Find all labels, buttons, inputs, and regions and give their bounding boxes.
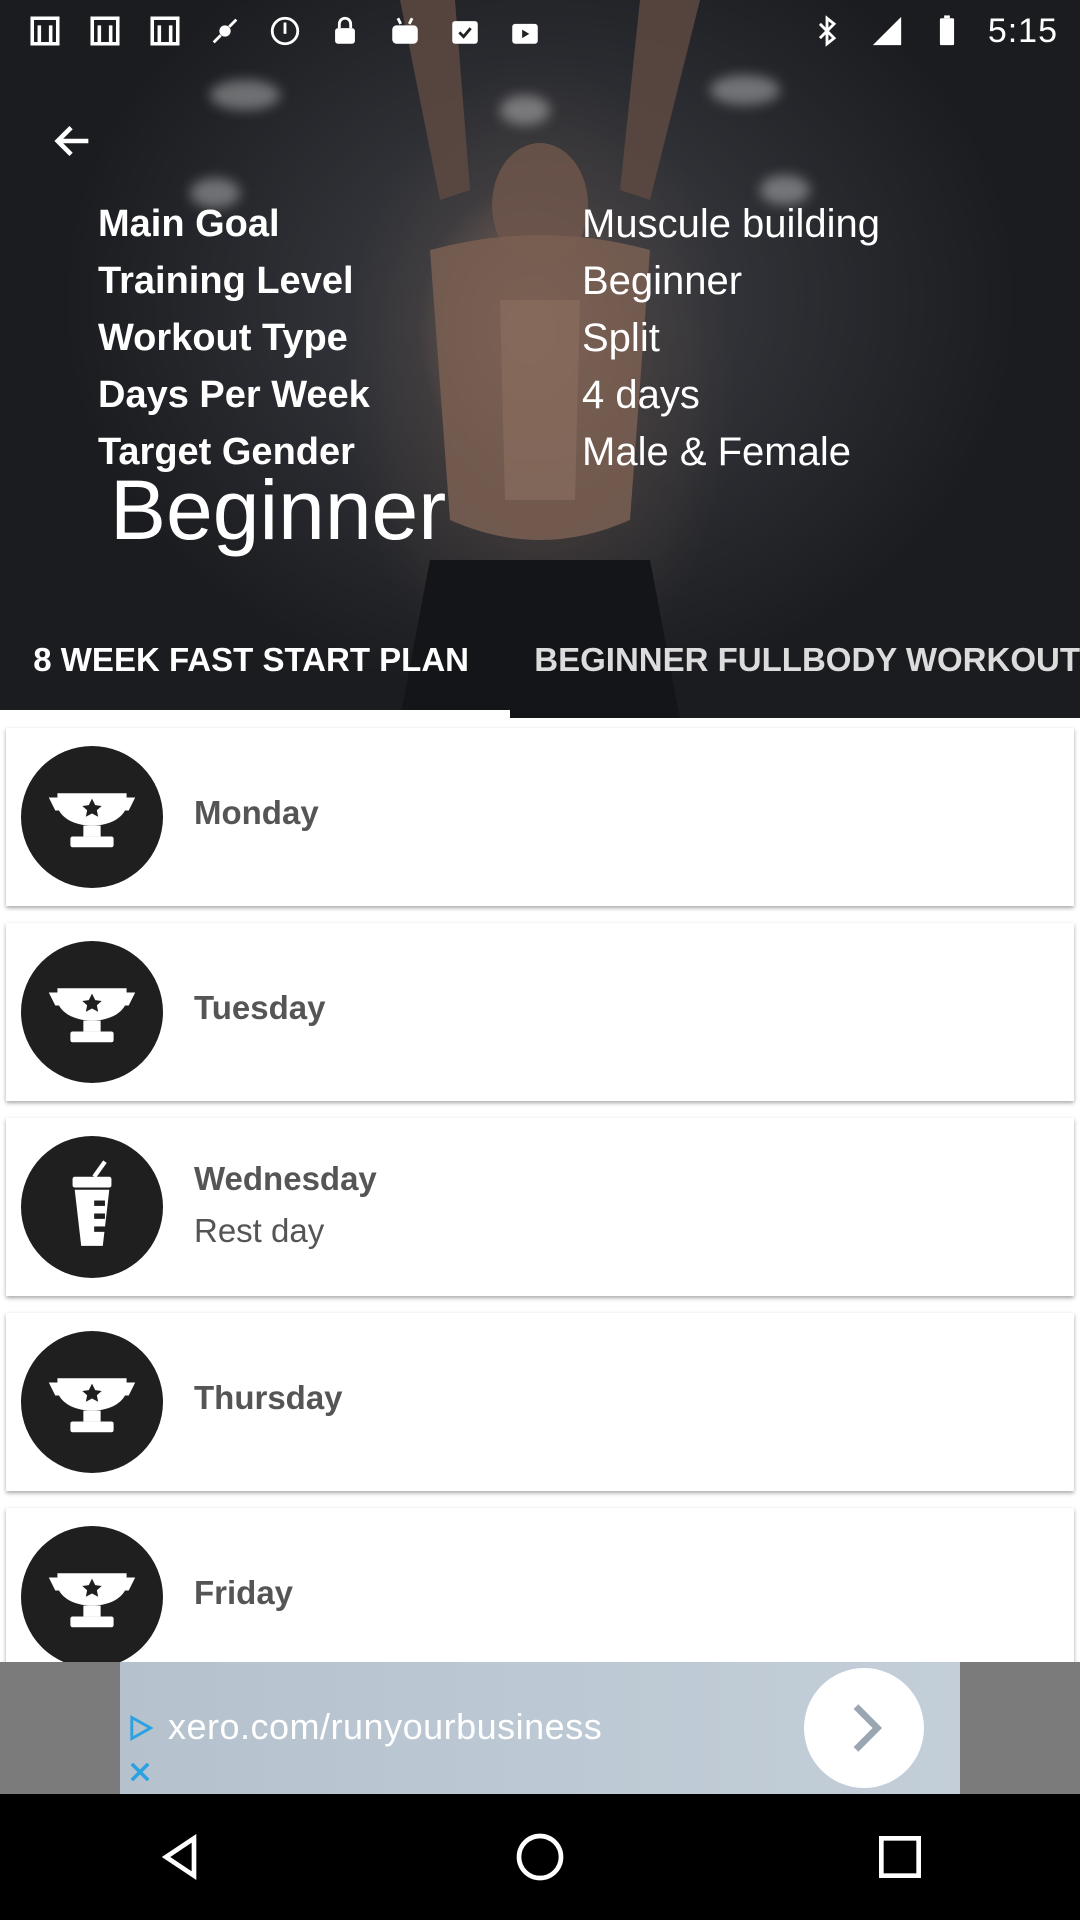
list-item-thursday[interactable]: Thursday bbox=[6, 1313, 1074, 1491]
nav-home-button[interactable] bbox=[495, 1812, 585, 1902]
back-arrow-icon bbox=[54, 125, 89, 157]
day-name: Friday bbox=[194, 1574, 294, 1611]
battery-icon bbox=[928, 12, 966, 50]
detail-row-training-level: Training Level Beginner bbox=[98, 253, 998, 310]
app-icon bbox=[86, 12, 124, 50]
plan-tabs: 8 WEEK FAST START PLAN BEGINNER FULLBODY… bbox=[0, 610, 1080, 718]
ad-url[interactable]: xero.com/runyourbusiness bbox=[168, 1706, 602, 1748]
level-title: Beginner bbox=[110, 463, 447, 557]
android-icon bbox=[386, 12, 424, 50]
nav-recents-button[interactable] bbox=[855, 1812, 945, 1902]
list-item-wednesday[interactable]: Wednesday Rest day bbox=[6, 1118, 1074, 1296]
ad-banner[interactable]: xero.com/runyourbusiness bbox=[0, 1662, 1080, 1794]
signal-icon bbox=[868, 12, 906, 50]
nav-recents-icon bbox=[879, 1836, 921, 1878]
detail-row-main-goal: Main Goal Muscule building bbox=[98, 196, 998, 253]
detail-label: Workout Type bbox=[98, 317, 348, 359]
status-time: 5:15 bbox=[987, 11, 1058, 50]
ad-close-icon[interactable] bbox=[126, 1758, 154, 1786]
day-subtitle: Rest day bbox=[194, 1212, 325, 1249]
nav-back-button[interactable] bbox=[135, 1812, 225, 1902]
nav-home-icon bbox=[516, 1833, 564, 1881]
nav-back-icon bbox=[161, 1833, 197, 1881]
list-item-tuesday[interactable]: Tuesday bbox=[6, 923, 1074, 1101]
app-icon bbox=[146, 12, 184, 50]
ad-open-button[interactable] bbox=[804, 1668, 924, 1788]
detail-value: Split bbox=[582, 316, 660, 360]
detail-value: Beginner bbox=[582, 259, 743, 303]
ad-content[interactable]: xero.com/runyourbusiness bbox=[120, 1662, 960, 1794]
detail-row-days-per-week: Days Per Week 4 days bbox=[98, 367, 998, 424]
bluetooth-icon bbox=[808, 12, 846, 50]
day-name: Wednesday bbox=[194, 1160, 377, 1197]
bag-icon bbox=[506, 12, 544, 50]
day-name: Monday bbox=[194, 794, 319, 831]
list-item-monday[interactable]: Monday bbox=[6, 728, 1074, 906]
tab-beginner-fullbody-workout[interactable]: BEGINNER FULLBODY WORKOUT bbox=[502, 610, 1080, 710]
trophy-icon bbox=[21, 746, 163, 888]
fake-gps-icon bbox=[206, 12, 244, 50]
trophy-icon bbox=[21, 1526, 163, 1668]
plan-details: Main Goal Muscule building Training Leve… bbox=[98, 196, 998, 481]
app-icon bbox=[26, 12, 64, 50]
chevron-right-icon bbox=[853, 1704, 883, 1752]
back-button[interactable] bbox=[44, 112, 102, 170]
lock-icon bbox=[326, 12, 364, 50]
tab-indicator bbox=[0, 710, 510, 718]
detail-label: Training Level bbox=[98, 260, 354, 302]
drink-cup-icon bbox=[21, 1136, 163, 1278]
detail-value: Muscule building bbox=[582, 202, 880, 246]
trophy-icon bbox=[21, 1331, 163, 1473]
tab-8-week-fast-start-plan[interactable]: 8 WEEK FAST START PLAN bbox=[0, 610, 502, 710]
checklist-icon bbox=[446, 12, 484, 50]
detail-label: Main Goal bbox=[98, 203, 280, 245]
status-bar: 5:15 bbox=[0, 0, 1080, 62]
day-name: Tuesday bbox=[194, 989, 326, 1026]
detail-row-workout-type: Workout Type Split bbox=[98, 310, 998, 367]
day-name: Thursday bbox=[194, 1379, 343, 1416]
ad-choices-icon[interactable] bbox=[126, 1714, 154, 1742]
system-nav-bar bbox=[0, 1794, 1080, 1920]
sync-icon bbox=[266, 12, 304, 50]
detail-label: Days Per Week bbox=[98, 374, 370, 416]
detail-value: Male & Female bbox=[582, 430, 851, 474]
list-item-friday[interactable]: Friday bbox=[6, 1508, 1074, 1686]
trophy-icon bbox=[21, 941, 163, 1083]
detail-value: 4 days bbox=[582, 373, 700, 417]
